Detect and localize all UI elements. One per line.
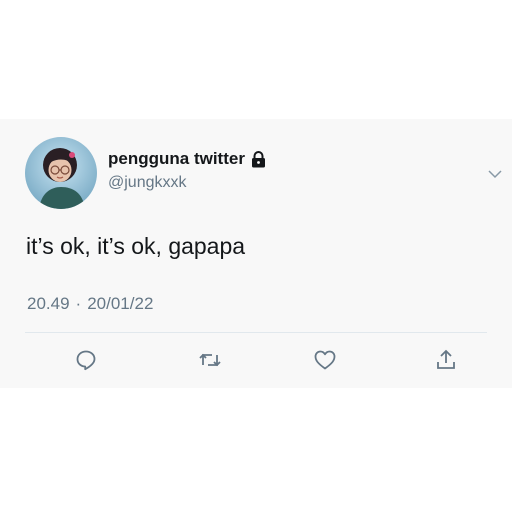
display-name[interactable]: pengguna twitter xyxy=(108,149,245,169)
share-icon xyxy=(437,349,455,369)
display-name-row[interactable]: pengguna twitter xyxy=(108,149,266,169)
share-button[interactable] xyxy=(433,347,459,373)
avatar[interactable] xyxy=(25,137,97,209)
reply-icon xyxy=(76,350,96,371)
divider xyxy=(25,332,487,333)
user-handle[interactable]: @jungkxxk xyxy=(108,174,187,192)
retweet-icon xyxy=(199,353,221,367)
reply-button[interactable] xyxy=(73,347,99,373)
tweet-timestamp[interactable]: 20.49 · 20/01/22 xyxy=(27,294,153,314)
tweet-text: it’s ok, it’s ok, gapapa xyxy=(26,233,246,259)
tweet-card: pengguna twitter @jungkxxk it’s ok, it’s… xyxy=(0,119,512,388)
tweet-date: 20/01/22 xyxy=(87,294,154,313)
chevron-down-icon[interactable] xyxy=(487,167,503,179)
tweet-time: 20.49 xyxy=(27,294,70,313)
lock-icon xyxy=(251,150,266,168)
retweet-button[interactable] xyxy=(197,347,223,373)
timestamp-separator: · xyxy=(75,294,82,313)
like-button[interactable] xyxy=(312,347,338,373)
avatar-image xyxy=(25,137,97,209)
heart-icon xyxy=(314,350,336,370)
